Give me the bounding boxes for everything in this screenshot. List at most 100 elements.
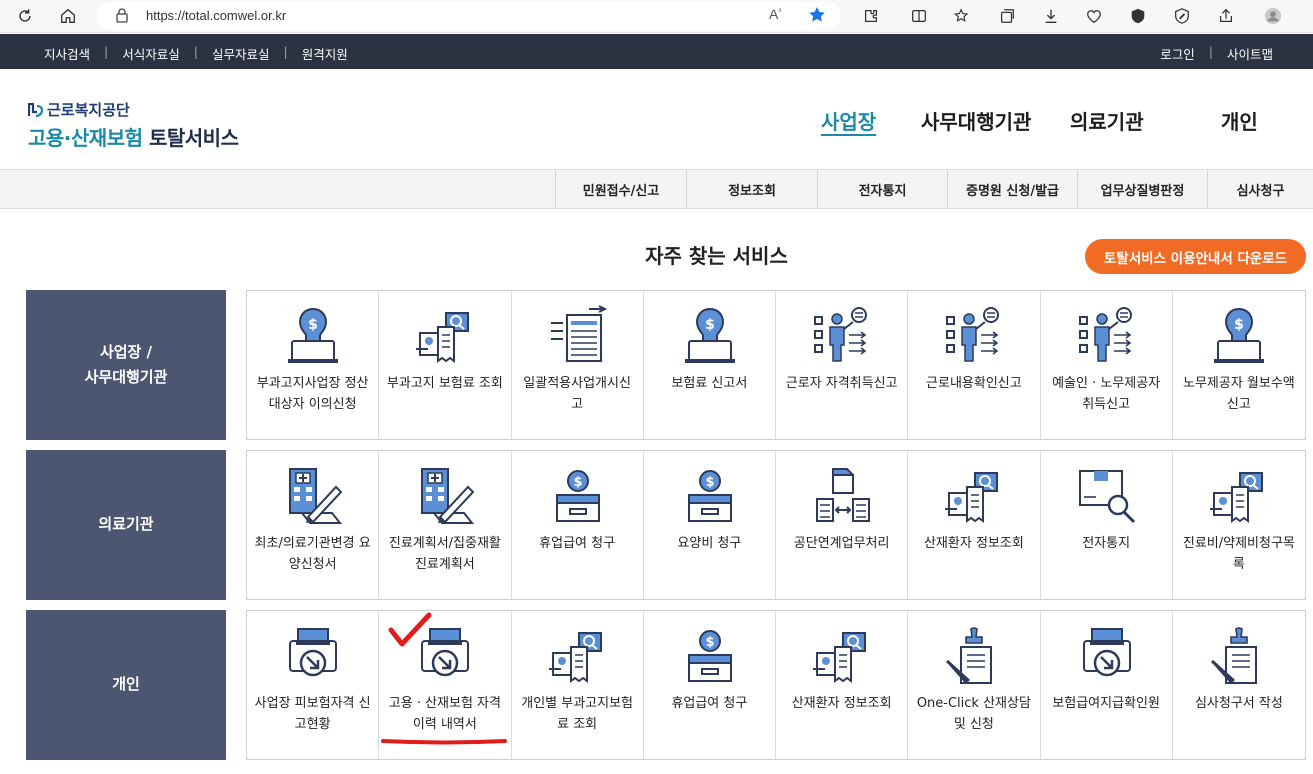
service-card-label: One-Click 산재상담 및 신청 [916,696,1031,732]
extensions-icon[interactable] [860,5,882,27]
service-card[interactable]: 부과고지 보험료 조회 [379,291,512,439]
service-card-label: 진료계획서/집중재활진료계획서 [388,536,501,572]
service-card-label: 예술인 · 노무제공자 취득신고 [1052,376,1161,412]
svg-text:$: $ [705,635,714,650]
read-aloud-icon[interactable]: Aᵃ [769,6,781,22]
svg-text:$: $ [308,317,318,333]
svg-text:$: $ [705,317,715,333]
money-monitor-icon: $ [288,307,338,363]
worker-list-icon [814,307,867,362]
printer-arrow-icon [1082,628,1131,677]
main-nav-agency[interactable]: 사무대행기관 [921,106,1031,135]
home-icon[interactable] [57,5,79,27]
money-monitor-icon: $ [684,307,735,363]
service-card[interactable]: 공단연계업무처리 [776,451,909,599]
collections-icon[interactable] [996,5,1018,27]
address-bar[interactable]: https://total.comwel.or.kr Aᵃ [97,2,841,30]
service-card[interactable]: 근로자 자격취득신고 [776,291,909,439]
service-card[interactable]: $ 휴업급여 청구 [644,611,776,759]
sub-nav-review-request[interactable]: 심사청구 [1207,170,1313,208]
url-text[interactable]: https://total.comwel.or.kr [146,8,286,23]
share-icon[interactable] [1215,5,1237,27]
service-card-label: 심사청구서 작성 [1194,696,1283,711]
download-guide-button[interactable]: 토탈서비스 이용안내서 다운로드 [1085,239,1306,274]
row-label-business: 사업장 / 사무대행기관 [26,290,226,440]
service-grid-medical: 최초/의료기관변경 요양신청서 진료계획서/집중재활진료계획서 $ 휴업급여 청… [246,450,1306,600]
sub-nav: 민원접수/신고 정보조회 전자통지 증명원 신청/발급 업무상질병판정 심사청구 [0,169,1313,209]
shield-icon[interactable] [1127,5,1149,27]
edit-shield-icon[interactable] [1171,5,1193,27]
service-card-label: 진료비/약제비청구목록 [1182,536,1295,572]
utility-nav: 지사검색 | 서식자료실 | 실무자료실 | 원격지원 로그인 | 사이트맵 [0,34,1313,69]
service-card[interactable]: $ 노무제공자 월보수액 신고 [1173,291,1305,439]
favorites-icon[interactable] [951,5,973,27]
svg-text:$: $ [705,475,714,490]
service-card[interactable]: 사업장 피보험자격 신고현황 [247,611,380,759]
service-card-label: 근로내용확인신고 [926,376,1022,391]
main-nav-personal[interactable]: 개인 [1221,106,1258,135]
document-list-icon [550,305,607,362]
receipt-search-icon [945,472,999,523]
hospital-pen-icon [421,468,475,524]
money-box-icon: $ [687,630,732,682]
service-card[interactable]: $ 보험료 신고서 [644,291,776,439]
org-name: 근로복지공단 [47,101,130,119]
comwel-logo-icon [28,102,44,117]
site-logo[interactable]: 근로복지공단 고용·산재보험 토탈서비스 [28,99,239,151]
service-card-label: 일괄적용사업개시신고 [523,376,631,412]
service-card-label: 최초/의료기관변경 요양신청서 [254,536,371,572]
service-card-label: 산재환자 정보조회 [923,536,1024,551]
split-screen-icon[interactable] [908,5,930,27]
sub-nav-certificate[interactable]: 증명원 신청/발급 [947,170,1077,208]
heartbeat-icon[interactable] [1083,5,1105,27]
logo-title-blue: 고용·산재보험 [28,126,143,150]
receipt-search-icon [416,312,470,363]
service-card[interactable]: 진료비/약제비청구목록 [1173,451,1305,599]
service-card[interactable]: 근로내용확인신고 [908,291,1041,439]
service-card-label: 보험료 신고서 [671,376,748,391]
printer-arrow-icon [289,628,337,677]
service-card[interactable]: 진료계획서/집중재활진료계획서 [379,451,512,599]
sub-nav-disease-judgment[interactable]: 업무상질병판정 [1077,170,1207,208]
worker-list-icon [1078,307,1132,362]
service-card[interactable]: 산재환자 정보조회 [908,451,1041,599]
util-link-practice-docs[interactable]: 실무자료실 [212,44,270,63]
money-box-icon: $ [687,470,732,522]
sitemap-link[interactable]: 사이트맵 [1227,44,1273,63]
main-nav-business[interactable]: 사업장 [821,106,876,135]
service-card-label: 전자통지 [1082,536,1131,551]
profile-avatar-icon[interactable] [1262,5,1284,27]
service-card[interactable]: One-Click 산재상담 및 신청 [908,611,1041,759]
service-card[interactable]: 고용 · 산재보험 자격 이력 내역서 [379,611,512,759]
sub-nav-civil-report[interactable]: 민원접수/신고 [555,170,686,208]
service-card[interactable]: $ 부과고지사업장 정산대상자 이의신청 [247,291,380,439]
browser-toolbar: https://total.comwel.or.kr Aᵃ [0,0,1313,33]
service-card[interactable]: 산재환자 정보조회 [776,611,909,759]
hospital-pen-icon [289,468,343,524]
service-card[interactable]: 일괄적용사업개시신고 [512,291,644,439]
row-label-medical: 의료기관 [26,450,226,600]
favorite-star-icon[interactable] [807,5,827,25]
service-card[interactable]: 개인별 부과고지보험료 조회 [512,611,644,759]
refresh-icon[interactable] [14,5,36,27]
service-card[interactable]: $ 요양비 청구 [644,451,776,599]
util-link-forms[interactable]: 서식자료실 [122,44,180,63]
login-link[interactable]: 로그인 [1160,44,1195,63]
util-link-branch-search[interactable]: 지사검색 [44,44,90,63]
sub-nav-info-inquiry[interactable]: 정보조회 [686,170,817,208]
service-card-label: 개인별 부과고지보험료 조회 [521,696,634,732]
service-card[interactable]: 보험급여지급확인원 [1041,611,1173,759]
row-label-personal: 개인 [26,610,226,760]
sub-nav-e-notice[interactable]: 전자통지 [817,170,947,208]
service-card[interactable]: $ 휴업급여 청구 [512,451,644,599]
main-nav-medical[interactable]: 의료기관 [1070,106,1144,135]
box-magnifier-icon [1078,470,1135,524]
service-card-label: 부과고지사업장 정산대상자 이의신청 [256,376,369,412]
service-card[interactable]: 예술인 · 노무제공자 취득신고 [1041,291,1173,439]
service-card[interactable]: 심사청구서 작성 [1173,611,1305,759]
downloads-icon[interactable] [1040,5,1062,27]
util-link-remote-support[interactable]: 원격지원 [302,44,348,63]
service-card[interactable]: 전자통지 [1041,451,1173,599]
service-card-label: 요양비 청구 [677,536,742,551]
service-card[interactable]: 최초/의료기관변경 요양신청서 [247,451,380,599]
